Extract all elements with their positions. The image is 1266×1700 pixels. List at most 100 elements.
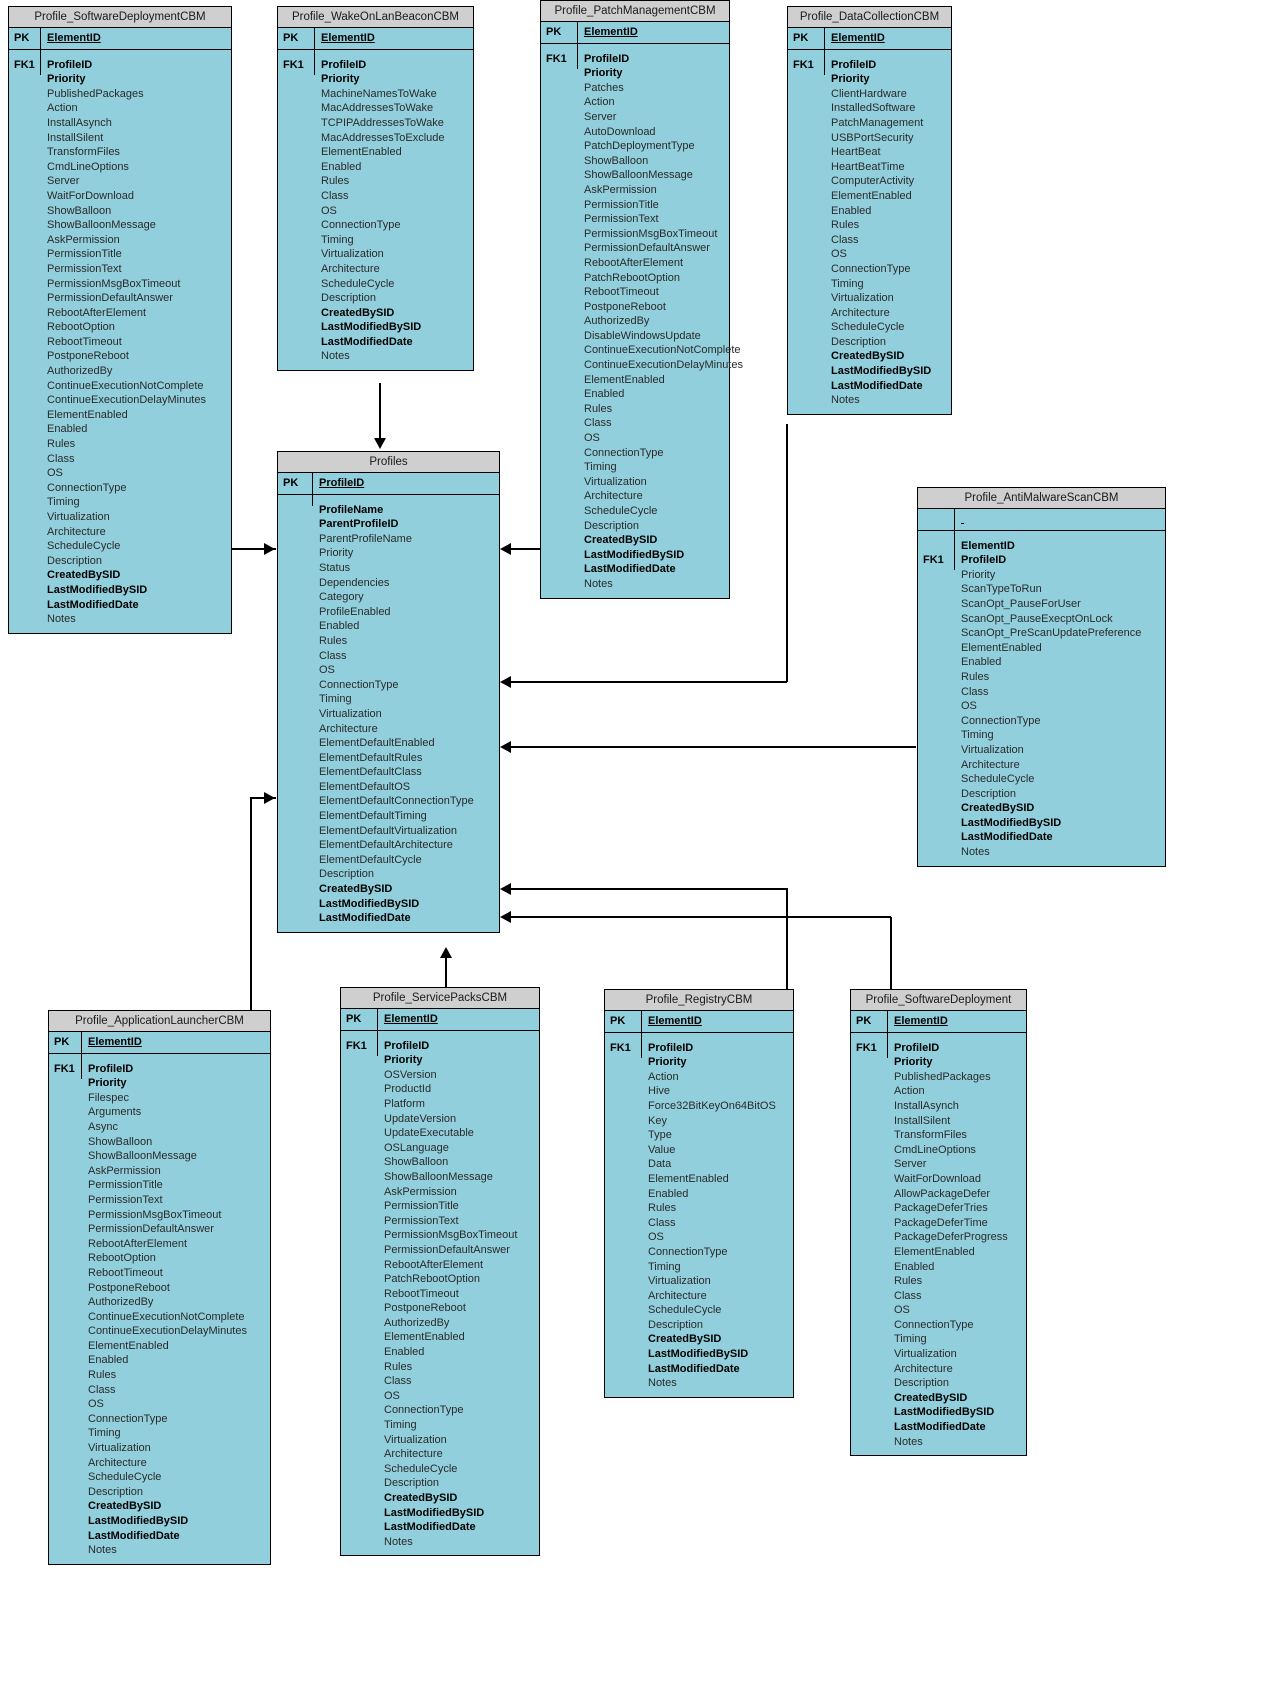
entity-field: Virtualization	[961, 743, 1024, 756]
entity-field: Class	[47, 452, 75, 465]
fk-key-label: FK1	[541, 43, 578, 69]
pk-key-label: PK	[851, 1011, 888, 1032]
connector-applicationlaunchercbm-profiles-v	[250, 798, 252, 1011]
entity-field: Class	[321, 189, 349, 202]
entity-field: LastModifiedDate	[961, 831, 1053, 844]
entity-field: Enabled	[47, 423, 88, 436]
entity-field: ScanOpt_PreScanUpdatePreference	[961, 627, 1142, 640]
entity-profile-datacollectioncbm[interactable]: Profile_DataCollectionCBM PK ElementID F…	[787, 6, 952, 415]
entity-field: Type	[648, 1129, 672, 1142]
entity-field: Virtualization	[319, 707, 382, 720]
entity-field: Timing	[321, 233, 354, 246]
entity-field: ElementDefaultTiming	[319, 810, 427, 823]
entity-field: Notes	[831, 394, 860, 407]
entity-field: LastModifiedBySID	[961, 816, 1062, 829]
entity-field: Description	[831, 335, 887, 348]
pk-field-label: ElementID	[321, 32, 375, 44]
entity-field: Notes	[88, 1544, 117, 1557]
entity-field: ContinueExecutionNotComplete	[88, 1310, 245, 1323]
entity-field: Category	[319, 591, 364, 604]
connector-wakeonlanbeaconcbm-profiles	[379, 383, 381, 445]
entity-field: Rules	[384, 1360, 413, 1373]
entity-field: CreatedBySID	[47, 569, 121, 582]
entity-title: Profile_ServicePacksCBM	[341, 988, 539, 1009]
entity-field: Architecture	[961, 758, 1020, 771]
field-list: ProfileID Priority Filespec Arguments Async S…	[82, 1054, 270, 1564]
entity-field: Rules	[961, 670, 990, 683]
entity-field: Description	[894, 1377, 950, 1390]
entity-field: Priority	[648, 1056, 687, 1069]
connector-softwaredeployment-profiles-h	[510, 916, 891, 918]
fk-key-label: FK1	[49, 1053, 82, 1079]
entity-field: OS	[648, 1231, 664, 1244]
entity-field: ContinueExecutionNotComplete	[47, 379, 204, 392]
entity-field: PatchDeploymentType	[584, 140, 695, 153]
entity-field: RebootTimeout	[584, 286, 659, 299]
entity-field: ElementDefaultArchitecture	[319, 839, 453, 852]
field-list: ElementID ProfileID Priority ScanTypeToRun S…	[955, 531, 1165, 866]
fk-key-label: FK1	[278, 49, 315, 75]
entity-title: Profile_ApplicationLauncherCBM	[49, 1011, 270, 1032]
entity-field: ScheduleCycle	[831, 321, 905, 334]
entity-profile-servicepackscbm[interactable]: Profile_ServicePacksCBM PK ElementID FK1…	[340, 987, 540, 1557]
entity-field: UpdateVersion	[384, 1112, 457, 1125]
entity-profile-wakeonlanbeaconcbm[interactable]: Profile_WakeOnLanBeaconCBM PK ElementID …	[277, 6, 474, 372]
entity-field: ParentProfileID	[319, 518, 399, 531]
entity-field: Description	[88, 1485, 144, 1498]
entity-field: ScheduleCycle	[47, 540, 121, 553]
entity-field: ScheduleCycle	[961, 773, 1035, 786]
entity-field: CmdLineOptions	[894, 1143, 976, 1156]
entity-profile-softwaredeploymentcbm[interactable]: Profile_SoftwareDeploymentCBM PK Element…	[8, 6, 232, 634]
entity-profile-antimalwarescancbm[interactable]: Profile_AntiMalwareScanCBM FK1 ElementID…	[917, 487, 1166, 867]
entity-field: Status	[319, 561, 351, 574]
entity-field: ClientHardware	[831, 87, 907, 100]
entity-field: ElementEnabled	[648, 1172, 729, 1185]
entity-field: PermissionText	[584, 213, 659, 226]
entity-field: Rules	[88, 1369, 117, 1382]
entity-profile-registrycbm[interactable]: Profile_RegistryCBM PK ElementID FK1 Pro…	[604, 989, 794, 1398]
entity-field: ProfileID	[584, 52, 630, 65]
entity-field: Description	[384, 1477, 440, 1490]
entity-field: ElementEnabled	[894, 1245, 975, 1258]
entity-profiles[interactable]: Profiles PK ProfileID ProfileName ParentP…	[277, 451, 500, 933]
arrowhead-softwaredeployment-profiles	[500, 911, 511, 923]
entity-profile-patchmanagementcbm[interactable]: Profile_PatchManagementCBM PK ElementID …	[540, 0, 743, 599]
entity-field: ScheduleCycle	[384, 1462, 458, 1475]
entity-title: Profile_SoftwareDeploymentCBM	[9, 7, 231, 28]
field-list: ProfileID Priority Action Hive Force32BitKey…	[642, 1033, 793, 1397]
entity-field: ElementEnabled	[88, 1339, 169, 1352]
entity-field: Class	[319, 649, 347, 662]
connector-datacollectioncbm-profiles-v	[786, 424, 788, 682]
entity-field: PermissionTitle	[47, 248, 122, 261]
fk-key-label: FK1	[788, 49, 825, 75]
fk-key-label: FK1	[918, 530, 955, 570]
entity-field: ConnectionType	[961, 714, 1041, 727]
entity-field: RebootAfterElement	[88, 1237, 188, 1250]
entity-field: OSLanguage	[384, 1141, 449, 1154]
entity-pk-row: PK ElementID	[341, 1009, 539, 1031]
fk-key-label: FK1	[341, 1030, 378, 1056]
connector-registrycbm-profiles-h	[510, 888, 787, 890]
entity-field: ElementDefaultConnectionType	[319, 795, 474, 808]
entity-field: WaitForDownload	[894, 1172, 982, 1185]
entity-field: CreatedBySID	[384, 1492, 458, 1504]
entity-profile-softwaredeployment[interactable]: Profile_SoftwareDeployment PK ElementID …	[850, 989, 1027, 1457]
entity-field: Architecture	[384, 1448, 443, 1461]
connector-antimalwarescancbm-profiles	[510, 746, 916, 748]
entity-field: Enabled	[648, 1187, 689, 1200]
entity-field: Patches	[584, 81, 624, 94]
entity-field: PostponeReboot	[47, 350, 129, 363]
connector-registrycbm-profiles-v	[786, 888, 788, 989]
entity-field: OS	[584, 432, 600, 445]
entity-field: Description	[319, 868, 375, 881]
entity-field: Priority	[961, 568, 996, 581]
entity-field: Timing	[319, 693, 352, 706]
entity-field: Server	[894, 1158, 927, 1171]
entity-field: RebootTimeout	[47, 335, 122, 348]
pk-key-label: PK	[605, 1011, 642, 1032]
entity-field: ParentProfileName	[319, 532, 412, 545]
entity-field: ConnectionType	[321, 219, 401, 232]
arrowhead-antimalwarescancbm-profiles	[500, 741, 511, 753]
entity-field: PermissionText	[47, 262, 122, 275]
entity-profile-applicationlaunchercbm[interactable]: Profile_ApplicationLauncherCBM PK Elemen…	[48, 1010, 271, 1565]
